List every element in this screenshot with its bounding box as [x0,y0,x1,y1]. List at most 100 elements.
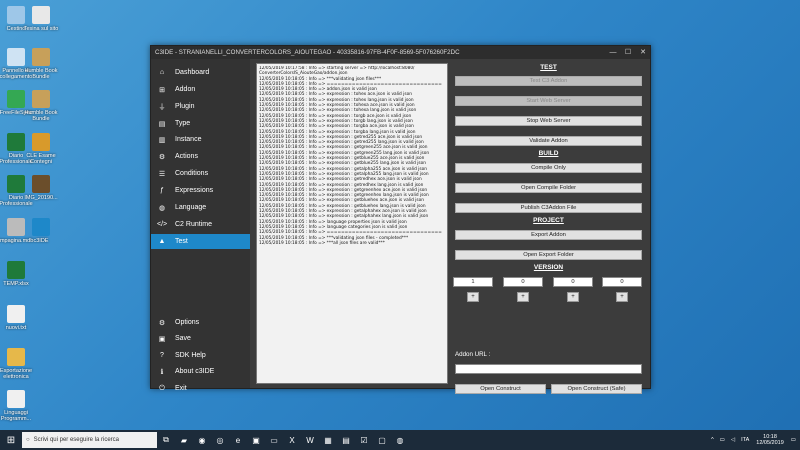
desktop-icon-image [32,218,50,236]
log-line: 12/05/2019 10:18:05 : Info => expression… [259,198,424,204]
volume-icon[interactable]: ◁ [731,437,735,443]
desktop-icon-label: IMG_20190... [24,195,58,201]
document-icon: ▤ [158,120,166,128]
clock-date: 12/05/2019 [756,440,784,446]
export-addon-button[interactable]: Export Addon [455,230,642,240]
windows-start-icon[interactable]: ⊞ [0,430,22,450]
title-bar[interactable]: C3IDE - STRANIANELLI_CONVERTERCOLORS_AIO… [151,46,650,59]
code-icon: </> [157,221,168,228]
firefox-icon[interactable]: ◎ [211,430,229,450]
desktop-icon[interactable]: Humble Book Bundle [19,90,63,122]
version-build-increment-button[interactable]: + [616,292,628,302]
sidebar-item-expressions[interactable]: ƒ Expressions [151,183,250,198]
clock[interactable]: 10:18 12/05/2019 [756,434,784,446]
sidebar-item-type[interactable]: ▤ Type [151,116,250,131]
log-line: 12/05/2019 10:18:05 : Info => expression… [259,145,428,151]
sidebar-item-label: Save [175,335,191,342]
sidebar-item-addon[interactable]: ⊞ Addon [151,82,250,97]
maximize-button[interactable]: ☐ [621,46,635,59]
desktop-icon-label: Linguaggi Programm... [0,410,32,422]
sidebar-item-about-c3ide[interactable]: ℹ About c3IDE [151,364,250,379]
network-icon[interactable]: ▭ [720,437,725,443]
stop-web-server-button[interactable]: Stop Web Server [455,116,642,126]
desktop-icon-label: nuovi.txt [5,325,27,331]
addon-url-input[interactable] [455,364,642,374]
open-export-folder-button[interactable]: Open Export Folder [455,250,642,260]
version-minor-increment-button[interactable]: + [517,292,529,302]
sidebar-item-label: Actions [175,153,198,160]
addon-url-label: Addon URL : [455,351,491,358]
sidebar-item-conditions[interactable]: ☰ Conditions [151,166,250,181]
desktop-icon[interactable]: Tesina sul sito [19,6,63,32]
desktop-icon-label: Humble Book Bundle [24,110,58,122]
sidebar-item-plugin[interactable]: ⏚ Plugin [151,99,250,114]
photo-icon[interactable]: ▦ [319,430,337,450]
version-revision-field[interactable]: 0 [553,277,593,287]
open-construct-button[interactable]: Open Construct [455,384,546,394]
sidebar-item-label: Options [175,319,200,326]
minimize-button[interactable]: — [606,46,620,59]
checkbox-app-icon[interactable]: ☑ [355,430,373,450]
desktop-icon[interactable]: nuovi.txt [0,305,38,331]
desktop-icon[interactable]: c3IDE [19,218,63,244]
plus-square-icon: ⊞ [159,86,165,94]
task-view-icon[interactable]: ⧉ [157,430,175,450]
chrome-icon[interactable]: ◉ [193,430,211,450]
list-icon: ☰ [158,170,166,178]
desktop-icon[interactable]: CLE Esame Contegni [19,133,63,165]
version-major-field[interactable]: 1 [453,277,493,287]
sidebar-item-sdk-help[interactable]: ? SDK Help [151,348,250,363]
sidebar-item-label: C2 Runtime [175,221,212,228]
notifications-icon[interactable]: ▭ [791,437,796,443]
gears-icon: ⚙ [158,153,166,161]
sidebar-item-label: Test [175,238,188,245]
desktop-icon[interactable]: IMG_20190... [19,175,63,201]
close-button[interactable]: ✕ [636,46,650,59]
home-icon: ⌂ [159,69,165,76]
word-icon[interactable]: W [301,430,319,450]
open-construct-safe-button[interactable]: Open Construct (Safe) [551,384,642,394]
compile-only-button[interactable]: Compile Only [455,163,642,173]
sidebar-item-language[interactable]: ◍ Language [151,200,250,215]
calculator-icon[interactable]: ▤ [337,430,355,450]
publish-c3addon-button[interactable]: Publish C3Addon File [455,203,642,213]
chevron-up-icon[interactable]: ^ [711,437,714,443]
log-line: 12/05/2019 10:18:05 : Info => expression… [259,214,429,220]
test-c3-addon-button[interactable]: Test C3 Addon [455,76,642,86]
version-major-increment-button[interactable]: + [467,292,479,302]
file-explorer-icon[interactable]: ▰ [175,430,193,450]
desktop-icon-label: c3IDE [33,238,49,244]
sidebar-item-save[interactable]: ▣ Save [151,331,250,346]
window-app-icon[interactable]: ▢ [373,430,391,450]
start-web-server-button[interactable]: Start Web Server [455,96,642,106]
sidebar-item-exit[interactable]: ⏻ Exit [151,381,250,396]
version-build-field[interactable]: 0 [602,277,642,287]
sidebar-item-actions[interactable]: ⚙ Actions [151,149,250,164]
sidebar-item-options[interactable]: ⚙ Options [151,315,250,330]
sidebar-item-dashboard[interactable]: ⌂ Dashboard [151,65,250,80]
search-icon: ○ [26,437,30,443]
system-tray: ^ ▭ ◁ ITA 10:18 12/05/2019 ▭ [708,430,796,450]
desktop-icon[interactable]: Linguaggi Programm... [0,390,38,422]
c3ide-taskbar-icon[interactable]: ◍ [391,430,409,450]
test-panel: TEST Test C3 Addon Start Web Server Stop… [453,62,644,394]
version-minor-field[interactable]: 0 [503,277,543,287]
version-revision-increment-button[interactable]: + [567,292,579,302]
sidebar-item-instance[interactable]: ▥ Instance [151,132,250,147]
folder-icon[interactable]: ▭ [265,430,283,450]
excel-icon[interactable]: X [283,430,301,450]
desktop-icon[interactable]: Esportazione elettronica [0,348,38,380]
function-icon: ƒ [160,187,164,194]
desktop-icon[interactable]: TEMP.xlsx [0,261,38,287]
sidebar: ⌂ Dashboard ⊞ Addon ⏚ Plugin ▤ Type ▥ Instance ⚙ Ac… [151,59,250,392]
sidebar-item-test[interactable]: ▲ Test [151,234,250,249]
taskbar: ⊞ ○ Scrivi qui per eseguire la ricerca ⧉… [0,430,800,450]
desktop-icon[interactable]: Humble Book Bundle [19,48,63,80]
app-icon[interactable]: ▣ [247,430,265,450]
taskbar-search-input[interactable]: ○ Scrivi qui per eseguire la ricerca [22,432,157,448]
open-compile-folder-button[interactable]: Open Compile Folder [455,183,642,193]
edge-icon[interactable]: e [229,430,247,450]
sidebar-item-c2-runtime[interactable]: </> C2 Runtime [151,217,250,232]
validate-addon-button[interactable]: Validate Addon [455,136,642,146]
language-indicator[interactable]: ITA [741,437,749,443]
